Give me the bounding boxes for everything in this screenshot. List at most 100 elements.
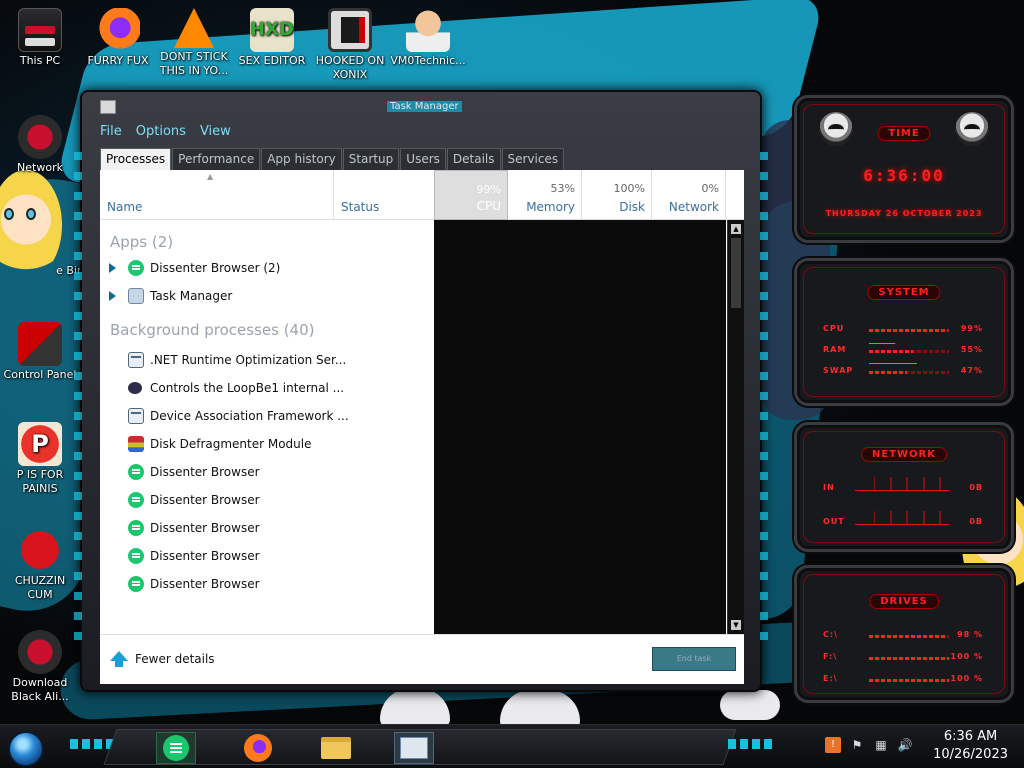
tab-processes[interactable]: Processes: [100, 148, 172, 170]
taskbar-clock[interactable]: 6:36 AM 10/26/2023: [933, 728, 1008, 764]
process-row[interactable]: Dissenter Browser: [100, 570, 434, 598]
desktop-icon-dont-stick[interactable]: DONT STICK THIS IN YO...: [154, 8, 234, 78]
menu-bar: File Options View: [100, 124, 231, 144]
taskbar-date: 10/26/2023: [933, 747, 1008, 762]
vertical-scrollbar[interactable]: ▲ ▼: [727, 220, 744, 634]
drive-row-c: C:\ 98 %: [823, 630, 983, 639]
stat-row-swap: SWAP 47%: [823, 366, 983, 375]
desktop-icon-furry-fux[interactable]: FURRY FUX: [78, 8, 158, 68]
title-bar[interactable]: Task Manager: [82, 92, 760, 120]
usage-bar: [869, 635, 948, 638]
tab-details[interactable]: Details: [446, 148, 501, 170]
flag-icon[interactable]: ⚑: [849, 737, 865, 753]
taskbar-app-explorer[interactable]: [316, 732, 356, 764]
tab-startup[interactable]: Startup: [342, 148, 400, 170]
column-network[interactable]: 0% Network: [652, 170, 726, 220]
process-row[interactable]: Disk Defragmenter Module: [100, 430, 434, 458]
hxd-icon: [250, 8, 294, 52]
chuzzle-icon: [18, 528, 62, 572]
window-icon: [128, 352, 144, 368]
folder-icon: [321, 737, 351, 759]
process-row[interactable]: Device Association Framework ...: [100, 402, 434, 430]
dissenter-icon: [128, 260, 144, 276]
dissenter-icon: [128, 492, 144, 508]
process-row[interactable]: Dissenter Browser: [100, 514, 434, 542]
dissenter-icon: [128, 576, 144, 592]
group-header-apps: Apps (2): [110, 233, 174, 251]
column-memory[interactable]: 53% Memory: [508, 170, 582, 220]
tab-services[interactable]: Services: [501, 148, 565, 170]
expand-chevron-icon[interactable]: [109, 291, 116, 301]
desktop-icon-chuzzin[interactable]: CHUZZIN CUM: [0, 528, 80, 602]
end-task-button[interactable]: End task: [652, 647, 736, 671]
process-list-panel: ▲ Name Status 99% CPU 53% Memory 100% Di…: [100, 170, 744, 634]
menu-file[interactable]: File: [100, 124, 122, 144]
start-button[interactable]: [8, 731, 44, 767]
desktop-icon-network[interactable]: Network: [0, 115, 80, 175]
dissenter-icon: [128, 520, 144, 536]
task-manager-window[interactable]: Task Manager File Options View Processes…: [74, 90, 768, 692]
column-status[interactable]: Status: [334, 170, 434, 220]
volume-icon[interactable]: 🔊: [897, 737, 913, 753]
this-pc-icon: [18, 8, 62, 52]
sort-up-icon: ▲: [207, 172, 214, 181]
loopbe-icon: [128, 382, 142, 394]
column-disk[interactable]: 100% Disk: [582, 170, 652, 220]
desktop-icon-this-pc[interactable]: This PC: [0, 8, 80, 68]
swap-graph-line: [869, 363, 917, 364]
desktop-icon-download-black-ali[interactable]: Download Black Ali...: [0, 630, 80, 704]
process-row[interactable]: Dissenter Browser: [100, 542, 434, 570]
drive-row-e: E:\ 100 %: [823, 674, 983, 683]
process-row[interactable]: Dissenter Browser: [100, 458, 434, 486]
taskbar-time: 6:36 AM: [943, 729, 998, 744]
taskbar-app-firefox[interactable]: [238, 732, 278, 764]
usage-bar: [869, 350, 913, 353]
widget-clock: 6:36:00: [863, 166, 945, 185]
dissenter-icon: [128, 464, 144, 480]
process-row[interactable]: Dissenter Browser: [100, 486, 434, 514]
task-manager-icon: [128, 288, 144, 304]
time-widget: TIME 6:36:00 THURSDAY 26 OCTOBER 2023: [794, 95, 1014, 243]
process-row[interactable]: Controls the LoopBe1 internal ...: [100, 374, 434, 402]
column-name[interactable]: ▲ Name: [100, 170, 334, 220]
group-header-background: Background processes (40): [110, 321, 315, 339]
scroll-up-icon[interactable]: ▲: [731, 224, 741, 234]
process-row[interactable]: Task Manager: [100, 282, 434, 310]
window-title: Task Manager: [387, 101, 462, 112]
menu-options[interactable]: Options: [136, 124, 186, 144]
usage-bar: [869, 679, 949, 682]
resource-values-pane: [434, 220, 726, 634]
scroll-thumb[interactable]: [731, 238, 741, 308]
stat-row-cpu: CPU 99%: [823, 324, 983, 333]
taskbar: ! ⚑ ▦ 🔊 6:36 AM 10/26/2023: [0, 724, 1024, 768]
process-row[interactable]: Dissenter Browser (2): [100, 254, 434, 282]
desktop-icon-vm0technic[interactable]: VM0Technic...: [388, 8, 468, 68]
stat-row-ram: RAM 55%: [823, 345, 983, 354]
desktop-icon-control-panel[interactable]: Control Panel: [0, 322, 80, 382]
column-header-row: ▲ Name Status 99% CPU 53% Memory 100% Di…: [100, 170, 744, 220]
process-rows: Apps (2) Dissenter Browser (2) Task Mana…: [100, 220, 434, 598]
system-widget: SYSTEM CPU 99% RAM 55% SWAP 47%: [794, 258, 1014, 406]
task-manager-icon: [400, 737, 428, 759]
usage-bar: [869, 371, 907, 374]
chevron-up-icon: [110, 651, 128, 667]
process-row[interactable]: .NET Runtime Optimization Ser...: [100, 346, 434, 374]
tab-app-history[interactable]: App history: [261, 148, 342, 170]
tab-bar: Processes Performance App history Startu…: [100, 148, 565, 170]
network-icon[interactable]: ▦: [873, 737, 889, 753]
desktop-icon-sex-editor[interactable]: SEX EDITOR: [232, 8, 312, 68]
desktop-icon-p-is-for[interactable]: P IS FOR PAINIS: [0, 422, 80, 496]
dissenter-icon: [163, 735, 189, 761]
expand-chevron-icon[interactable]: [109, 263, 116, 273]
desktop-icon-hooked-on-xonix[interactable]: HOOKED ON XONIX: [310, 8, 390, 82]
footer-bar: Fewer details End task: [100, 634, 744, 684]
warning-flag-icon[interactable]: !: [825, 737, 841, 753]
taskbar-app-dissenter[interactable]: [156, 732, 196, 764]
tab-performance[interactable]: Performance: [172, 148, 261, 170]
scroll-down-icon[interactable]: ▼: [731, 620, 741, 630]
column-cpu[interactable]: 99% CPU: [434, 170, 508, 220]
taskbar-app-task-manager[interactable]: [394, 732, 434, 764]
tab-users[interactable]: Users: [400, 148, 446, 170]
menu-view[interactable]: View: [200, 124, 231, 144]
alien-head-icon: [955, 112, 989, 146]
